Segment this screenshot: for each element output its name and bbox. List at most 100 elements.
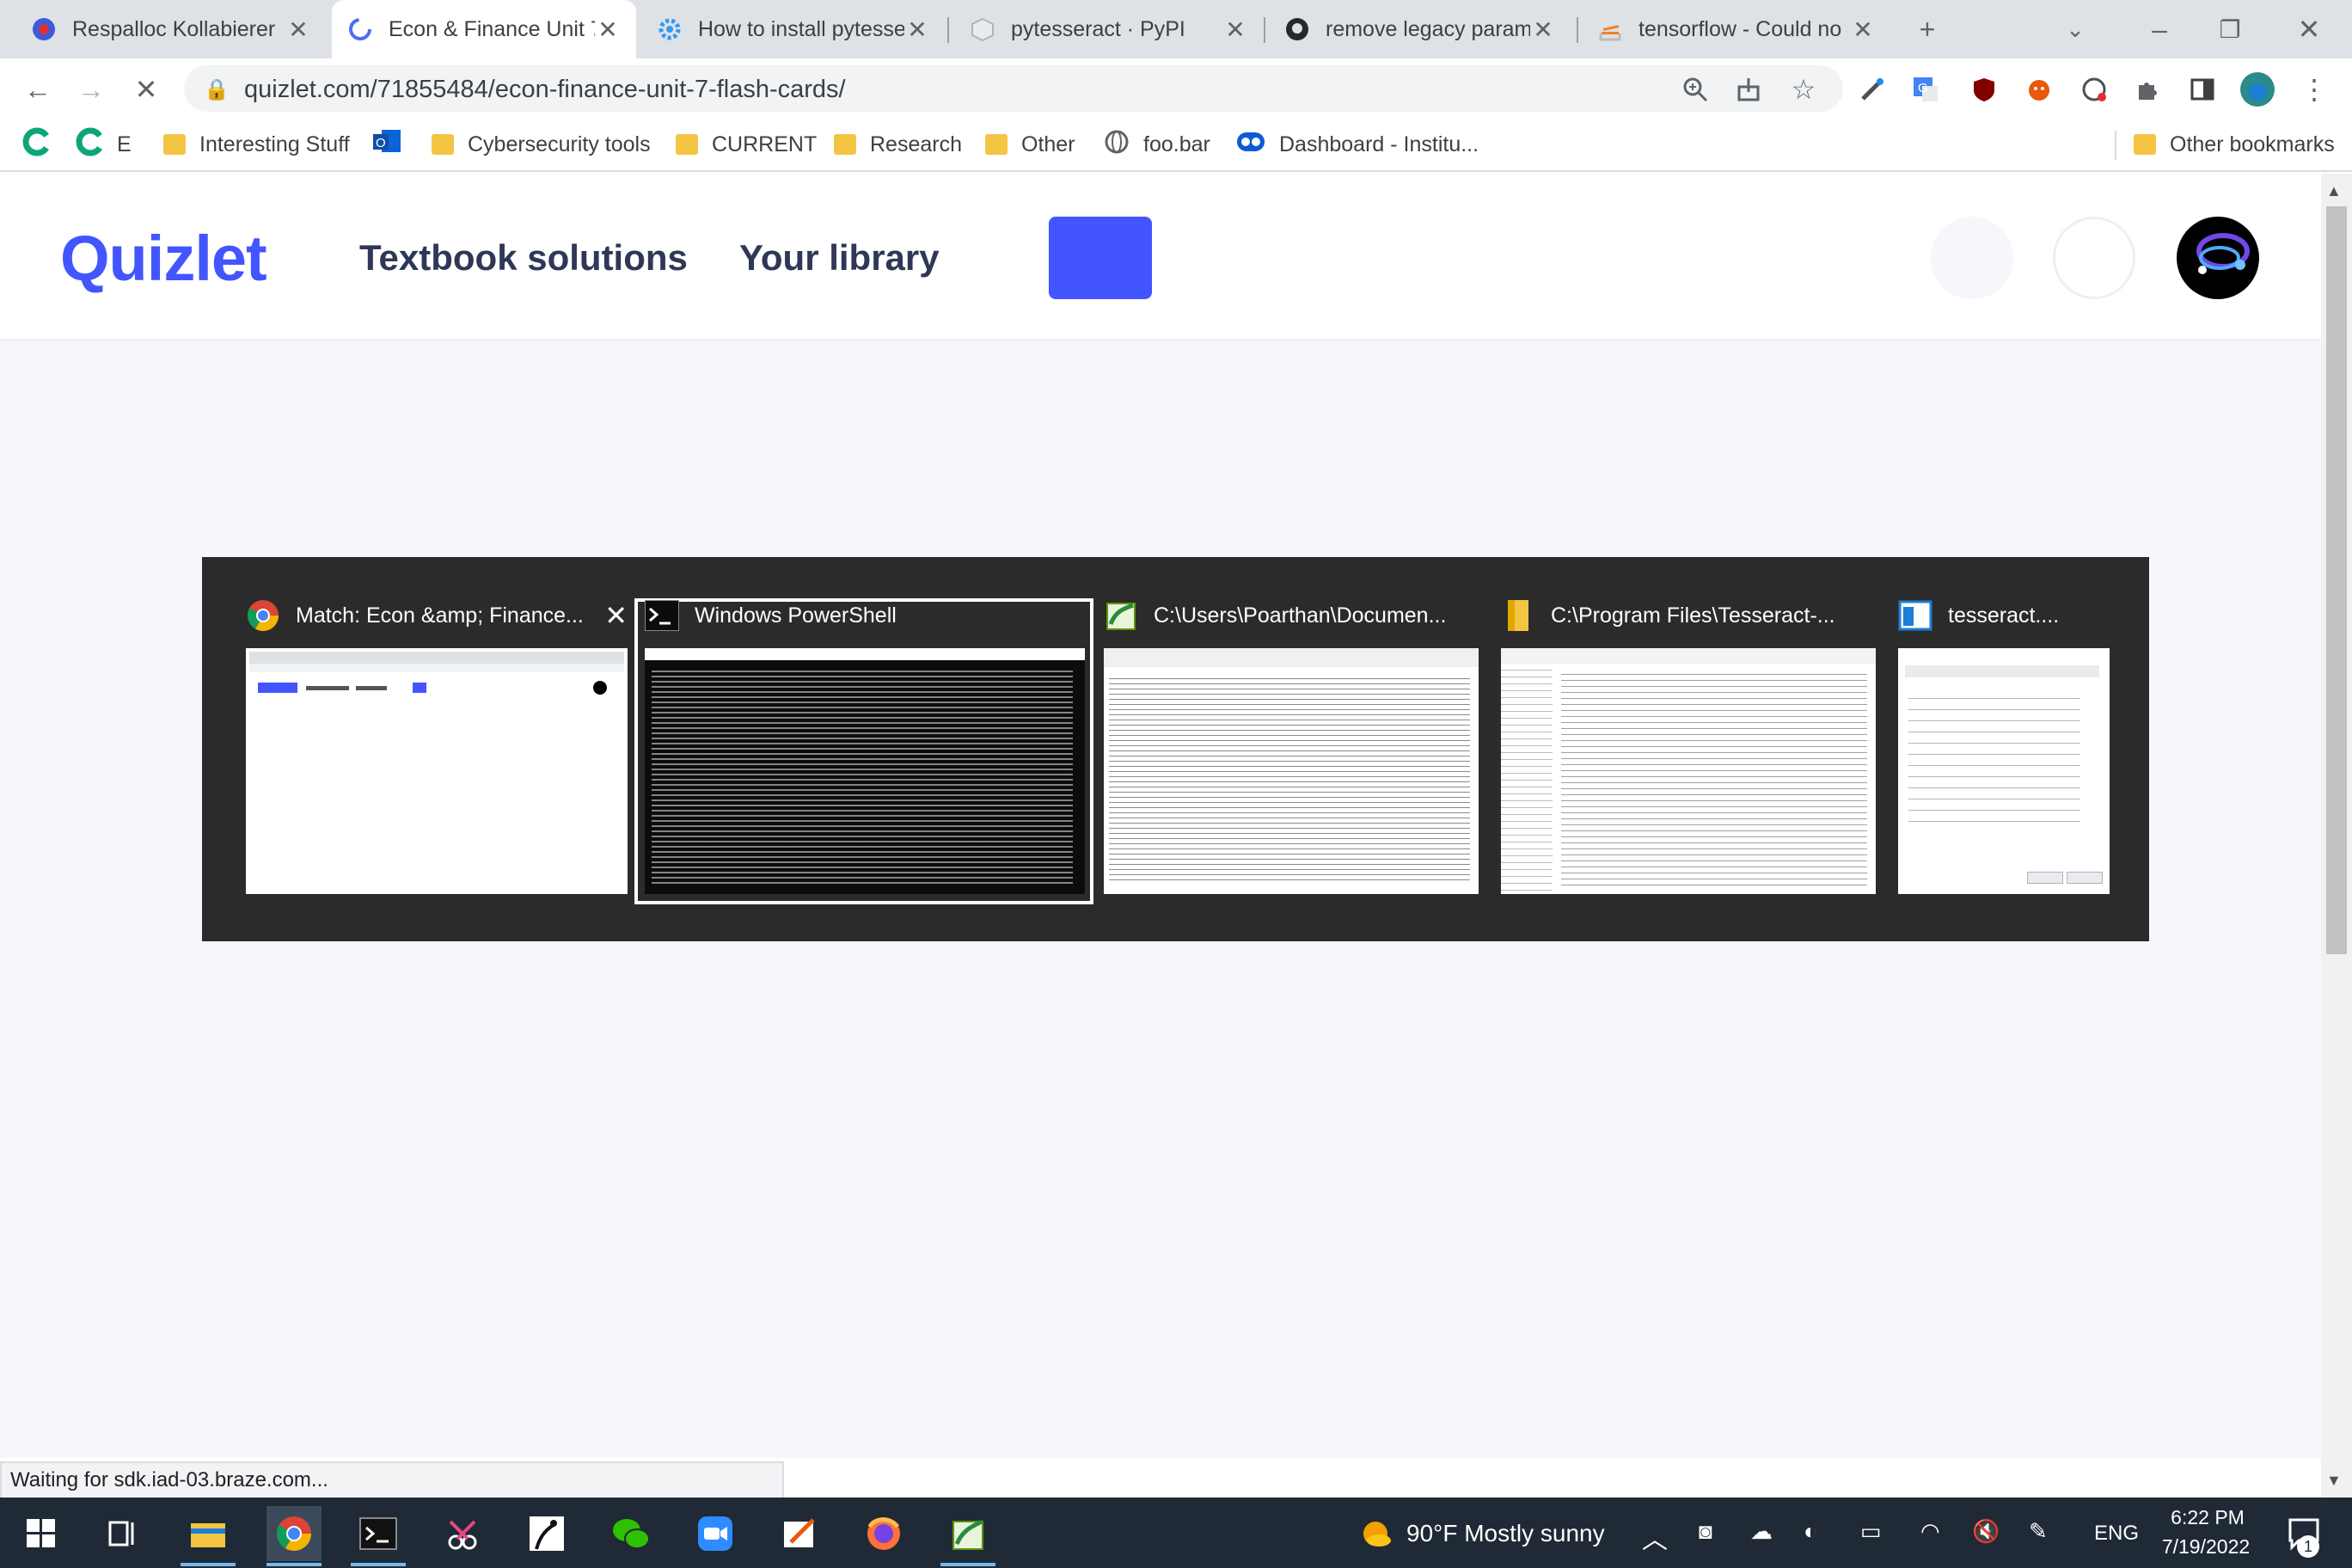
close-icon[interactable]: ✕ — [285, 16, 311, 43]
chrome-menu-icon[interactable]: ⋮ — [2295, 70, 2333, 108]
share-icon[interactable] — [1730, 70, 1767, 108]
switcher-window-explorer[interactable]: C:\Program Files\Tesseract-... — [1501, 598, 1876, 899]
tab-install-pytesseract[interactable]: How to install pytesse ✕ — [641, 0, 946, 58]
status-bubble: Waiting for sdk.iad-03.braze.com... — [0, 1461, 784, 1499]
wifi-icon[interactable]: ◠ — [1920, 1518, 1940, 1545]
create-button[interactable] — [1049, 217, 1152, 299]
stop-loading-icon[interactable]: ✕ — [127, 70, 165, 108]
url-text[interactable]: quizlet.com/71855484/econ-finance-unit-7… — [244, 76, 846, 104]
scrollbar-thumb[interactable] — [2326, 206, 2347, 954]
globe-extension-icon[interactable] — [2075, 70, 2113, 108]
weather-text[interactable]: 90°F Mostly sunny — [1406, 1520, 1605, 1547]
close-icon[interactable]: ✕ — [1850, 16, 1876, 43]
minimize-icon[interactable]: – — [2141, 10, 2178, 48]
bookmark-label: Dashboard - Institu... — [1279, 132, 1479, 156]
ublock-origin-icon[interactable] — [1965, 70, 2003, 108]
switcher-window-title: C:\Program Files\Tesseract-... — [1551, 603, 1835, 628]
folder-icon — [676, 134, 698, 155]
battery-icon[interactable]: ▭ — [1860, 1518, 1882, 1545]
nav-textbook-solutions[interactable]: Textbook solutions — [359, 237, 688, 279]
tab-title: remove legacy param — [1326, 16, 1530, 41]
forward-arrow-icon[interactable]: → — [72, 70, 110, 108]
bookmark-current[interactable]: CURRENT — [676, 127, 817, 162]
bookmark-label: Cybersecurity tools — [468, 132, 651, 156]
clock-time[interactable]: 6:22 PM — [2165, 1506, 2251, 1529]
tab-search-chevron-down-icon[interactable]: ⌄ — [2056, 10, 2094, 48]
lock-icon[interactable]: 🔒 — [198, 70, 236, 108]
chrome-icon — [246, 598, 280, 633]
close-window-icon[interactable]: ✕ — [2290, 10, 2328, 48]
tab-stackoverflow[interactable]: tensorflow - Could no ✕ — [1582, 0, 1891, 58]
start-windows-icon[interactable] — [14, 1506, 69, 1561]
eyedropper-extension-icon[interactable] — [1853, 70, 1891, 108]
profile-avatar-icon[interactable] — [2239, 70, 2276, 108]
bookmark-star-icon[interactable]: ☆ — [1785, 70, 1822, 108]
task-view-icon[interactable] — [96, 1506, 151, 1561]
switcher-window-properties[interactable]: tesseract.... — [1898, 598, 2110, 899]
quizlet-logo[interactable]: Quizlet — [60, 222, 267, 295]
bookmark-outlook[interactable]: O — [371, 127, 402, 162]
weather-sun-icon[interactable] — [1348, 1506, 1403, 1561]
snipping-tool-icon[interactable] — [435, 1506, 490, 1561]
switcher-window-title: Match: Econ &amp; Finance... — [296, 603, 584, 628]
chrome-taskbar-icon[interactable] — [266, 1506, 322, 1561]
camera-app-icon[interactable]: ◙ — [1699, 1518, 1712, 1545]
back-arrow-icon[interactable]: ← — [19, 70, 57, 108]
new-tab-icon[interactable]: + — [1908, 10, 1946, 48]
nav-your-library[interactable]: Your library — [739, 237, 940, 279]
language-indicator[interactable]: ENG — [2094, 1522, 2139, 1546]
zoom-app-icon[interactable] — [688, 1506, 743, 1561]
tray-overflow-chevron-up-icon[interactable]: ︿ — [1642, 1518, 1668, 1556]
bookmark-foo-bar[interactable]: foo.bar — [1104, 127, 1210, 162]
switcher-window-chrome[interactable]: Match: Econ &amp; Finance... ✕ — [246, 598, 628, 899]
bookmark-dashboard[interactable]: Dashboard - Institu... — [1236, 127, 1479, 162]
folder-icon — [985, 134, 1008, 155]
svg-text:G: G — [1918, 81, 1928, 95]
volume-muted-icon[interactable]: 🔇 — [1972, 1518, 2000, 1545]
tab-respalloc[interactable]: Respalloc Kollabierer ✕ — [15, 0, 327, 58]
bookmark-other[interactable]: Other — [985, 127, 1075, 162]
search-placeholder-circle[interactable] — [1931, 217, 2013, 299]
bookmark-e[interactable]: E — [76, 127, 132, 162]
bookmark-green-c[interactable] — [22, 127, 52, 162]
notepadpp-taskbar-icon[interactable] — [940, 1506, 995, 1561]
extensions-puzzle-icon[interactable] — [2128, 70, 2166, 108]
scroll-down-icon[interactable]: ▼ — [2326, 1472, 2342, 1490]
pen-icon[interactable]: ✎ — [2029, 1518, 2048, 1545]
bookmark-cybersecurity-tools[interactable]: Cybersecurity tools — [432, 127, 651, 162]
close-icon[interactable]: ✕ — [904, 16, 930, 43]
firefox-icon[interactable] — [856, 1506, 911, 1561]
terminal-icon[interactable] — [351, 1506, 406, 1561]
bookmark-research[interactable]: Research — [834, 127, 962, 162]
bookmark-interesting-stuff[interactable]: Interesting Stuff — [163, 127, 350, 162]
switcher-window-powershell[interactable]: Windows PowerShell — [645, 598, 1085, 899]
scroll-up-icon[interactable]: ▲ — [2326, 182, 2342, 200]
clock-date[interactable]: 7/19/2022 — [2153, 1535, 2259, 1559]
kindle-icon[interactable] — [519, 1506, 574, 1561]
close-icon[interactable]: ✕ — [604, 599, 628, 632]
avatar[interactable] — [2177, 217, 2259, 299]
file-explorer-icon[interactable] — [181, 1506, 236, 1561]
tab-pypi[interactable]: pytesseract · PyPI ✕ — [954, 0, 1264, 58]
google-translate-icon[interactable]: G — [1907, 70, 1945, 108]
switcher-window-notepad[interactable]: C:\Users\Poarthan\Documen... — [1104, 598, 1479, 899]
steam-icon[interactable]: ◐ — [1804, 1518, 1817, 1545]
folder-icon — [163, 134, 186, 155]
tab-title: tensorflow - Could no — [1638, 16, 1842, 41]
whiteboard-icon[interactable] — [772, 1506, 827, 1561]
fox-extension-icon[interactable] — [2020, 70, 2058, 108]
close-icon[interactable]: ✕ — [595, 16, 621, 43]
close-icon[interactable]: ✕ — [1222, 16, 1248, 43]
other-bookmarks[interactable]: Other bookmarks — [2134, 127, 2335, 162]
tab-econ-finance[interactable]: Econ & Finance Unit 7 ✕ — [332, 0, 636, 58]
switcher-window-title: Windows PowerShell — [695, 603, 897, 628]
onedrive-cloud-icon[interactable]: ☁ — [1750, 1518, 1773, 1545]
side-panel-icon[interactable] — [2184, 70, 2221, 108]
notification-count-badge: 1 — [2297, 1535, 2319, 1558]
wechat-icon[interactable] — [603, 1506, 658, 1561]
zoom-icon[interactable] — [1676, 70, 1714, 108]
tab-github[interactable]: remove legacy param ✕ — [1269, 0, 1571, 58]
close-icon[interactable]: ✕ — [1530, 16, 1556, 43]
restore-icon[interactable]: ❐ — [2211, 10, 2249, 48]
notification-placeholder-circle[interactable] — [2053, 217, 2135, 299]
